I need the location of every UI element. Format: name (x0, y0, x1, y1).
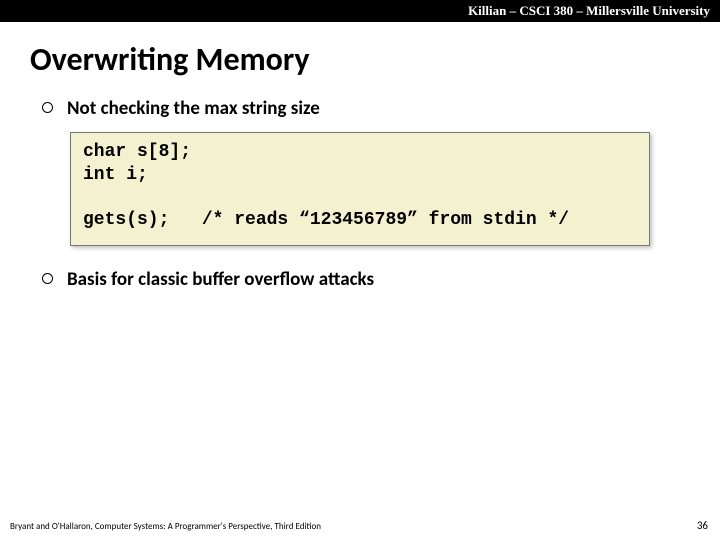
bullet-text: Not checking the max string size (67, 97, 320, 120)
footer-attribution: Bryant and O'Hallaron, Computer Systems:… (10, 521, 321, 532)
bullet-icon (42, 273, 53, 284)
bullet-item: Basis for classic buffer overflow attack… (42, 268, 720, 291)
bullet-item: Not checking the max string size (42, 97, 720, 120)
bullet-text: Basis for classic buffer overflow attack… (67, 268, 374, 291)
code-block: char s[8]; int i; gets(s); /* reads “123… (70, 132, 650, 246)
slide-title: Overwriting Memory (30, 40, 720, 79)
page-number: 36 (697, 519, 708, 532)
course-header: Killian – CSCI 380 – Millersville Univer… (0, 0, 720, 22)
bullet-icon (42, 102, 53, 113)
